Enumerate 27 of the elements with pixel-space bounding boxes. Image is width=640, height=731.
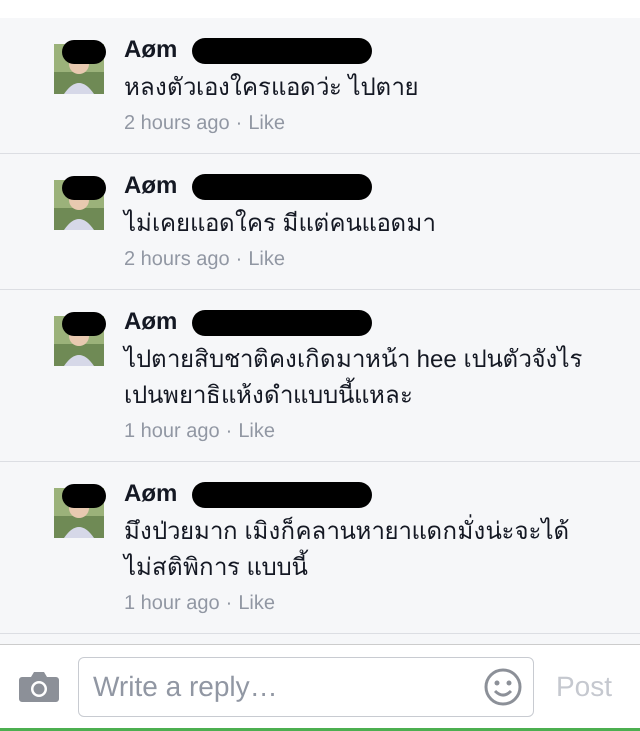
redaction-mark xyxy=(62,312,106,336)
author-name[interactable]: Aøm xyxy=(124,172,178,199)
camera-icon[interactable] xyxy=(18,670,60,702)
timestamp: 1 hour ago xyxy=(124,420,220,443)
author-name[interactable]: Aøm xyxy=(124,480,178,507)
like-link[interactable]: Like xyxy=(248,248,286,271)
like-link[interactable]: Like xyxy=(238,420,276,443)
like-link[interactable]: Like xyxy=(248,112,286,135)
comment-text: หลงตัวเองใครแอดว่ะ ไปตาย xyxy=(124,72,420,103)
separator-dot: · xyxy=(236,248,242,271)
separator-dot: · xyxy=(236,112,242,135)
redaction-mark xyxy=(62,484,106,508)
separator-dot: · xyxy=(226,420,232,443)
timestamp: 2 hours ago xyxy=(124,248,230,271)
comment-text: ไม่เคยแอดใคร มีแต่คนแอดมา xyxy=(124,208,437,239)
author-name[interactable]: Aøm xyxy=(124,308,178,335)
reply-field[interactable]: Write a reply… xyxy=(78,656,534,716)
comment-text: มึงป่วยมาก เมิงก็คลานหายาแดกมั่งน่ะจะได้ไม่สติพิการ แบบนี้ xyxy=(124,514,584,586)
author-name[interactable]: Aøm xyxy=(124,36,178,63)
timestamp: 1 hour ago xyxy=(124,592,220,615)
comment-text: ไปตายสิบชาติคงเกิดมาหน้า hee เปนตัวจังไร เปนพยาธิแห้งดำแบบนี้แหละ xyxy=(124,344,584,411)
like-link[interactable]: Like xyxy=(238,592,276,615)
separator-dot: · xyxy=(226,592,232,615)
timestamp: 2 hours ago xyxy=(124,112,230,135)
smiley-icon[interactable] xyxy=(484,668,522,706)
redaction-mark xyxy=(62,176,106,200)
redaction-mark xyxy=(62,40,106,64)
